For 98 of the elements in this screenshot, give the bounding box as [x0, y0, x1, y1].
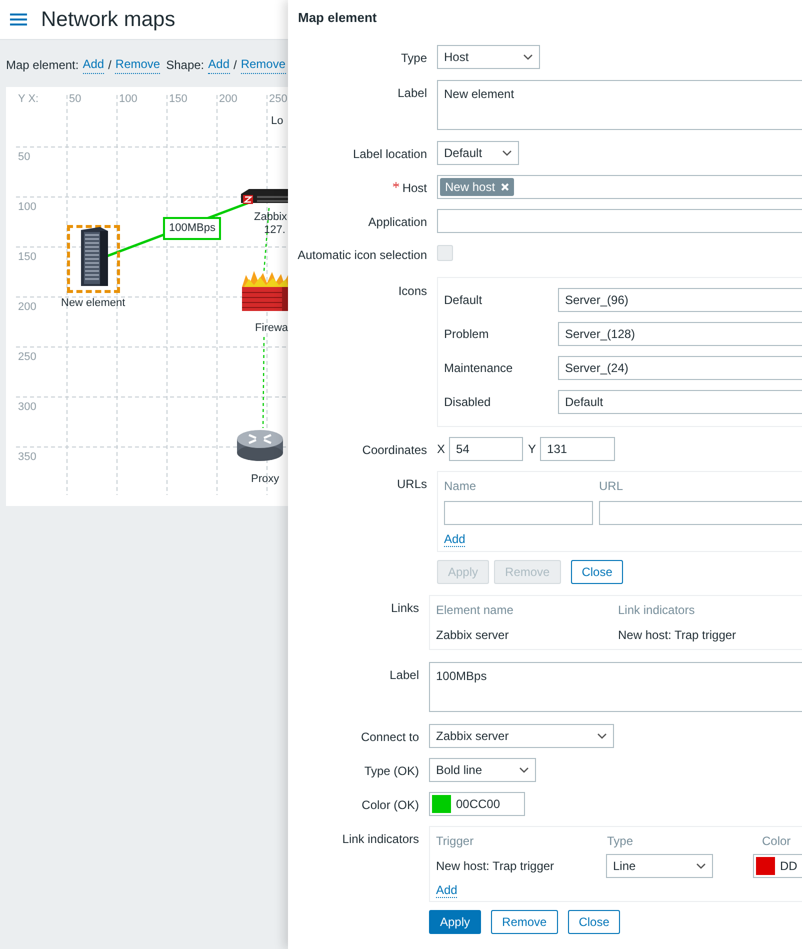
application-field[interactable]	[437, 209, 802, 233]
link-label: 100MBps	[163, 217, 222, 240]
icon-state-label: Problem	[444, 326, 490, 343]
page-title: Network maps	[41, 6, 176, 33]
y-tick-label: 250	[18, 350, 36, 365]
chevron-icon	[502, 150, 512, 156]
add-link[interactable]: Add	[436, 883, 458, 898]
color-swatch[interactable]	[432, 795, 451, 813]
separator-text: /	[234, 56, 237, 74]
field-label: Type	[400, 50, 427, 67]
icon-select[interactable]: Server_(24)	[558, 356, 802, 380]
color-swatch[interactable]	[756, 857, 775, 875]
map-text: Lo	[271, 114, 284, 129]
form-button[interactable]: Apply	[429, 910, 482, 934]
chevron-icon	[519, 767, 529, 773]
chevron-icon	[696, 863, 706, 869]
element-sublabel: 127.	[264, 223, 286, 238]
trigger-name: New host: Trap trigger	[436, 858, 556, 875]
field-label: Coordinates	[362, 442, 427, 459]
field-label: Connect to	[360, 729, 419, 746]
column-header: Type	[607, 833, 634, 850]
auto-icon-checkbox[interactable]	[437, 245, 453, 261]
toolbar-label: Shape:	[166, 56, 204, 74]
column-header: Link indicators	[618, 602, 695, 619]
element-label: Proxy	[251, 472, 280, 487]
y-label: Y	[528, 441, 536, 458]
icon-state-label: Maintenance	[444, 360, 514, 377]
add-link[interactable]: Add	[82, 55, 104, 74]
field-label: Automatic icon selection	[298, 247, 427, 264]
add-link[interactable]: Remove	[240, 55, 286, 74]
x-tick-label: 100	[119, 92, 138, 107]
label-location-select[interactable]: Default	[437, 141, 519, 165]
field-label: Icons	[398, 283, 427, 300]
y-tick-label: 200	[18, 300, 36, 315]
add-link[interactable]: Add	[444, 532, 466, 547]
url-field[interactable]	[599, 501, 802, 525]
indicator-color-field[interactable]: DD	[753, 854, 802, 878]
x-coordinate-field[interactable]: 54	[449, 437, 524, 461]
column-header: Name	[444, 478, 478, 495]
column-header: Element name	[436, 602, 514, 619]
server-tower-icon	[78, 226, 110, 288]
column-header: Trigger	[436, 833, 475, 850]
connect-to-select[interactable]: Zabbix server	[429, 724, 614, 748]
field-label: Link indicators	[342, 831, 419, 848]
chevron-icon	[523, 54, 533, 60]
icon-select[interactable]: Server_(128)	[558, 322, 802, 346]
icon-select[interactable]: Default	[558, 390, 802, 414]
x-label: X	[437, 441, 446, 458]
table-cell-text: New host: Trap trigger	[618, 627, 736, 644]
icon-state-label: Disabled	[444, 394, 492, 411]
y-tick-label: 100	[18, 200, 36, 215]
y-tick-label: 350	[18, 450, 36, 465]
close-icon[interactable]	[501, 183, 510, 191]
element-label: New element	[61, 296, 126, 311]
url-name-field[interactable]	[444, 501, 593, 525]
element-label: Zabbix	[254, 210, 288, 225]
label-textarea[interactable]: New element	[437, 80, 802, 130]
field-label: Links	[390, 600, 419, 617]
field-label: Label	[390, 667, 419, 684]
menu-icon[interactable]	[10, 13, 27, 26]
toolbar-label: Map element:	[6, 56, 79, 74]
icon-state-label: Default	[444, 292, 484, 309]
x-tick-label: 200	[219, 92, 238, 107]
field-label: Type (OK)	[364, 763, 419, 780]
x-tick-label: 250	[269, 92, 288, 107]
y-tick-label: 150	[18, 250, 36, 265]
x-tick-label: 50	[69, 92, 82, 107]
panel-title: Map element	[298, 9, 377, 27]
field-label: Host	[402, 180, 427, 197]
color-field[interactable]: 00CC00	[429, 792, 525, 816]
field-label: Application	[368, 214, 427, 231]
chevron-icon	[597, 733, 607, 739]
field-label: Label	[398, 85, 427, 102]
form-button[interactable]: Remove	[491, 910, 558, 934]
y-coordinate-field[interactable]: 131	[540, 437, 616, 461]
firewall-icon	[240, 269, 288, 313]
axis-label: Y X:	[18, 92, 39, 107]
field-label: URLs	[396, 476, 427, 493]
field-label: Label location	[352, 146, 427, 163]
column-header: Color	[762, 833, 791, 850]
link-label-textarea[interactable]: 100MBps	[429, 662, 802, 712]
type-select[interactable]: Host	[437, 45, 540, 69]
separator-text: /	[108, 56, 112, 74]
y-tick-label: 50	[18, 150, 30, 165]
form-button[interactable]: Close	[568, 910, 620, 934]
y-tick-label: 300	[18, 400, 36, 415]
table-cell-text: Zabbix server	[436, 627, 510, 644]
field-label: Color (OK)	[362, 797, 419, 814]
indicator-type-select[interactable]: Line	[606, 854, 713, 878]
column-header: URL	[599, 478, 624, 495]
x-tick-label: 150	[169, 92, 188, 107]
add-link[interactable]: Remove	[115, 55, 160, 74]
line-type-select[interactable]: Bold line	[429, 758, 536, 782]
add-link[interactable]: Add	[208, 55, 230, 74]
router-icon	[235, 427, 285, 463]
icon-select[interactable]: Server_(96)	[558, 288, 802, 312]
element-label: Firewa	[255, 321, 288, 336]
form-button[interactable]: Close	[570, 560, 624, 584]
